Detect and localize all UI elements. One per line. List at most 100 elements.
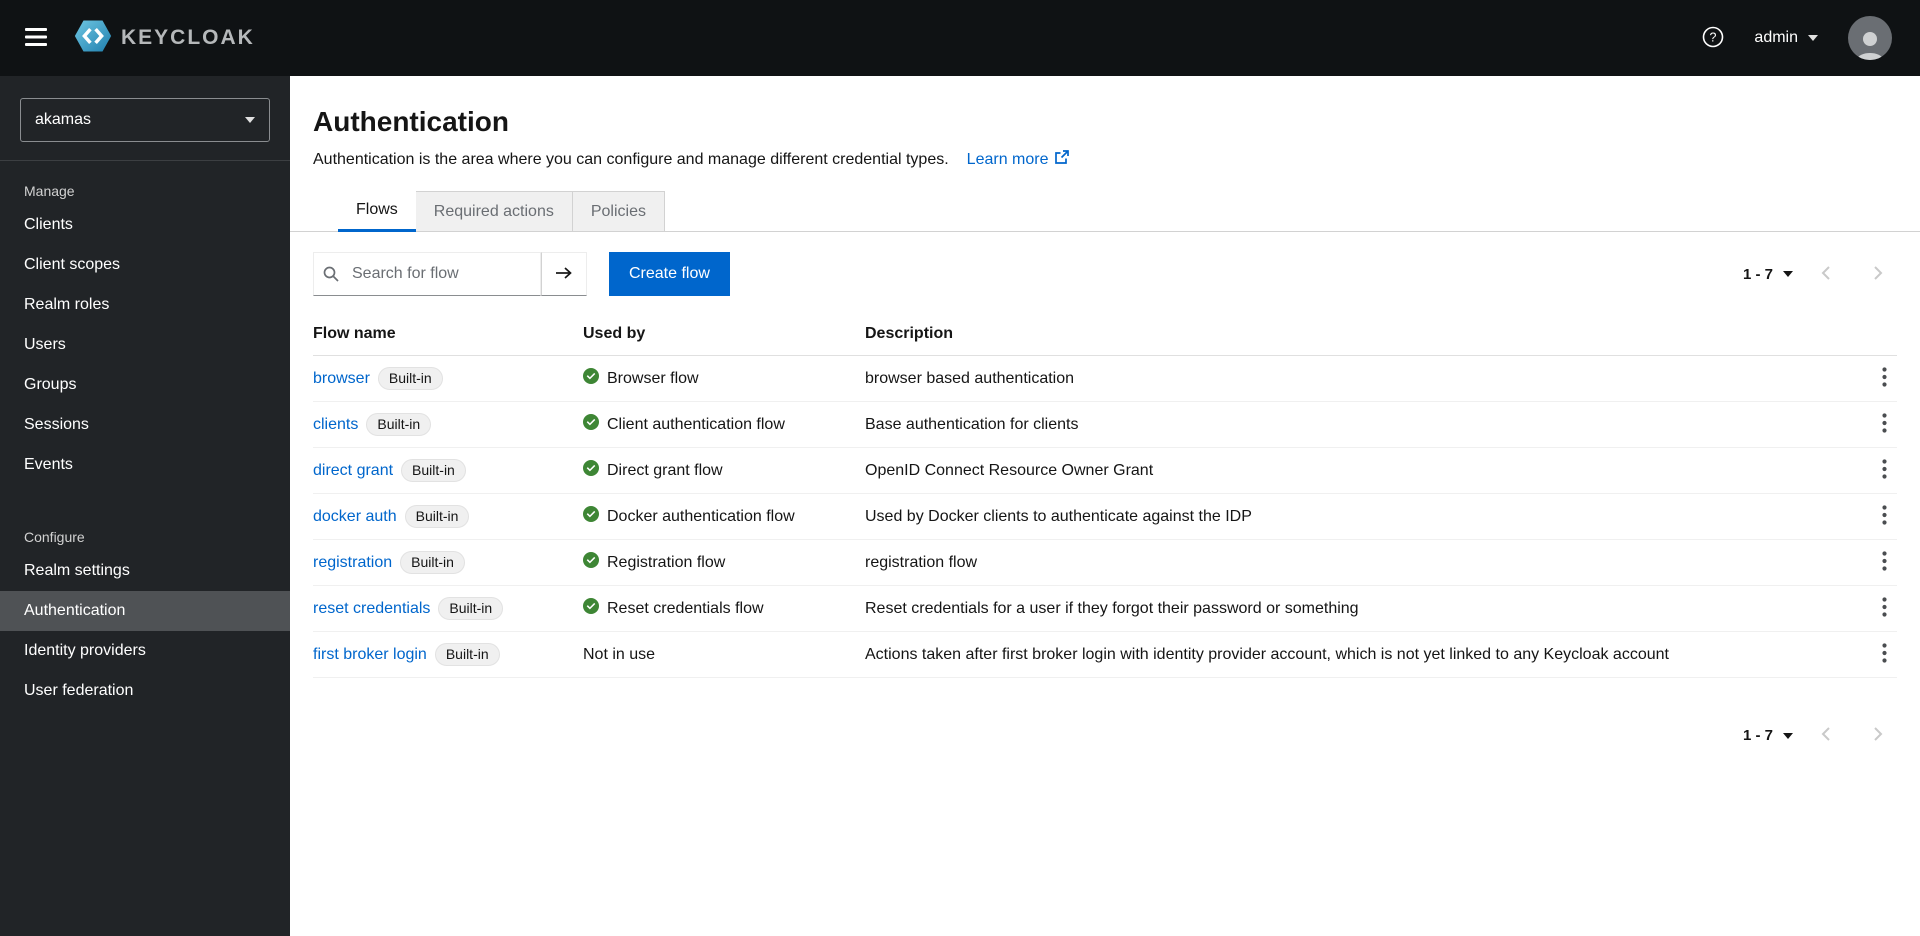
flow-description: OpenID Connect Resource Owner Grant [865,461,1154,479]
column-header-description: Description [865,324,954,342]
sidebar-item-sessions[interactable]: Sessions [0,405,290,445]
pagination-menu-toggle[interactable]: 1 - 7 [1743,727,1793,744]
caret-down-icon [1783,271,1793,277]
sidebar-item-clients[interactable]: Clients [0,205,290,245]
external-link-icon [1054,150,1069,169]
avatar [1848,16,1892,60]
used-by-text: Docker authentication flow [607,507,795,525]
sidebar-item-groups[interactable]: Groups [0,365,290,405]
chevron-left-icon [1821,265,1831,284]
sidebar-item-identity-providers[interactable]: Identity providers [0,631,290,671]
chevron-right-icon [1873,265,1883,284]
sidebar-item-users[interactable]: Users [0,325,290,365]
table-row: browser Built-in Browser flow browser ba… [313,356,1897,402]
check-circle-icon [583,552,599,573]
flow-description: Used by Docker clients to authenticate a… [865,507,1252,525]
sidebar-item-realm-roles[interactable]: Realm roles [0,285,290,325]
used-by-text: Client authentication flow [607,415,785,433]
kebab-menu-button[interactable] [1872,499,1897,534]
nav-section-label: Manage [24,183,75,199]
pagination-menu-toggle[interactable]: 1 - 7 [1743,266,1793,283]
kebab-menu-button[interactable] [1872,591,1897,626]
used-by-cell: Docker authentication flow [583,506,865,527]
flow-description: browser based authentication [865,369,1075,387]
sidebar-item-user-federation[interactable]: User federation [0,671,290,711]
built-in-badge: Built-in [404,505,470,528]
flow-description: Actions taken after first broker login w… [865,645,1669,663]
next-page-button[interactable] [1859,720,1897,751]
check-circle-icon [583,460,599,481]
used-by-text: Direct grant flow [607,461,723,479]
next-page-button[interactable] [1859,259,1897,290]
hamburger-menu-button[interactable] [0,0,72,76]
tab-flows[interactable]: Flows [338,191,416,232]
search-submit-button[interactable] [541,252,587,296]
flow-name-cell: registration Built-in [313,551,583,574]
kebab-icon [1882,367,1887,390]
built-in-badge: Built-in [401,459,466,482]
table-row: docker auth Built-in Docker authenticati… [313,494,1897,540]
sidebar-item-authentication[interactable]: Authentication [0,591,290,631]
kebab-menu-button[interactable] [1872,361,1897,396]
flow-name-cell: first broker login Built-in [313,643,583,666]
table-row: reset credentials Built-in Reset credent… [313,586,1897,632]
flow-name-link[interactable]: docker auth [313,508,397,526]
flow-name-link[interactable]: clients [313,416,358,434]
arrow-right-icon [555,266,573,283]
kebab-menu-button[interactable] [1872,407,1897,442]
table-row: clients Built-in Client authentication f… [313,402,1897,448]
create-flow-button[interactable]: Create flow [609,252,730,296]
realm-selector[interactable]: akamas [20,98,270,142]
masthead-utilities: ? admin [1702,16,1920,60]
used-by-cell: Not in use [583,646,865,664]
check-circle-icon [583,506,599,527]
flow-description: Reset credentials for a user if they for… [865,599,1359,617]
check-circle-icon [583,598,599,619]
pagination-range-label: 1 - 7 [1742,727,1773,744]
caret-down-icon [1783,732,1793,739]
sidebar-item-client-scopes[interactable]: Client scopes [0,245,290,285]
bottom-pagination: 1 - 7 [290,720,1897,751]
kebab-icon [1882,551,1887,574]
flow-name-link[interactable]: registration [313,554,392,572]
flow-name-cell: docker auth Built-in [313,505,583,528]
kebab-menu-button[interactable] [1872,453,1897,488]
previous-page-button[interactable] [1807,720,1845,751]
used-by-text: Registration flow [607,553,726,571]
used-by-text: Browser flow [607,369,699,387]
previous-page-button[interactable] [1807,259,1845,290]
tab-required-actions[interactable]: Required actions [415,191,573,232]
flow-name-link[interactable]: reset credentials [313,600,430,618]
used-by-cell: Registration flow [583,552,865,573]
sidebar-item-realm-settings[interactable]: Realm settings [0,551,290,591]
search-input[interactable] [313,252,541,296]
flow-name-link[interactable]: browser [313,370,370,388]
nav-section-label: Configure [24,529,85,545]
tab-bar: Flows Required actions Policies [290,191,1920,232]
flow-description: Base authentication for clients [865,415,1079,433]
column-header-flow-name: Flow name [313,324,396,342]
user-menu-dropdown[interactable]: admin [1754,29,1818,47]
kebab-menu-button[interactable] [1872,637,1897,672]
app-window: KEYCLOAK ? admin akamas Manage Clients C… [0,0,1920,936]
flow-name-link[interactable]: first broker login [313,646,427,664]
kebab-menu-button[interactable] [1872,545,1897,580]
nav-section: Configure Realm settings Authentication … [0,519,290,711]
used-by-cell: Client authentication flow [583,414,865,435]
check-circle-icon [583,368,599,389]
nav-item-list: Realm settings Authentication Identity p… [0,551,290,711]
keycloak-logo-icon [74,18,112,59]
tab-policies[interactable]: Policies [572,191,665,232]
sidebar-item-events[interactable]: Events [0,445,290,485]
help-button[interactable]: ? [1702,26,1724,51]
used-by-cell: Browser flow [583,368,865,389]
learn-more-label: Learn more [966,150,1049,168]
table-row: first broker login Built-in Not in use A… [313,632,1897,678]
chevron-down-icon [245,117,255,123]
help-icon: ? [1702,26,1724,51]
learn-more-link[interactable]: Learn more [967,150,1069,169]
flow-name-cell: browser Built-in [313,367,583,390]
sidebar-divider [0,160,290,161]
flow-name-link[interactable]: direct grant [313,462,393,480]
main-content: Authentication Authentication is the are… [290,76,1920,936]
